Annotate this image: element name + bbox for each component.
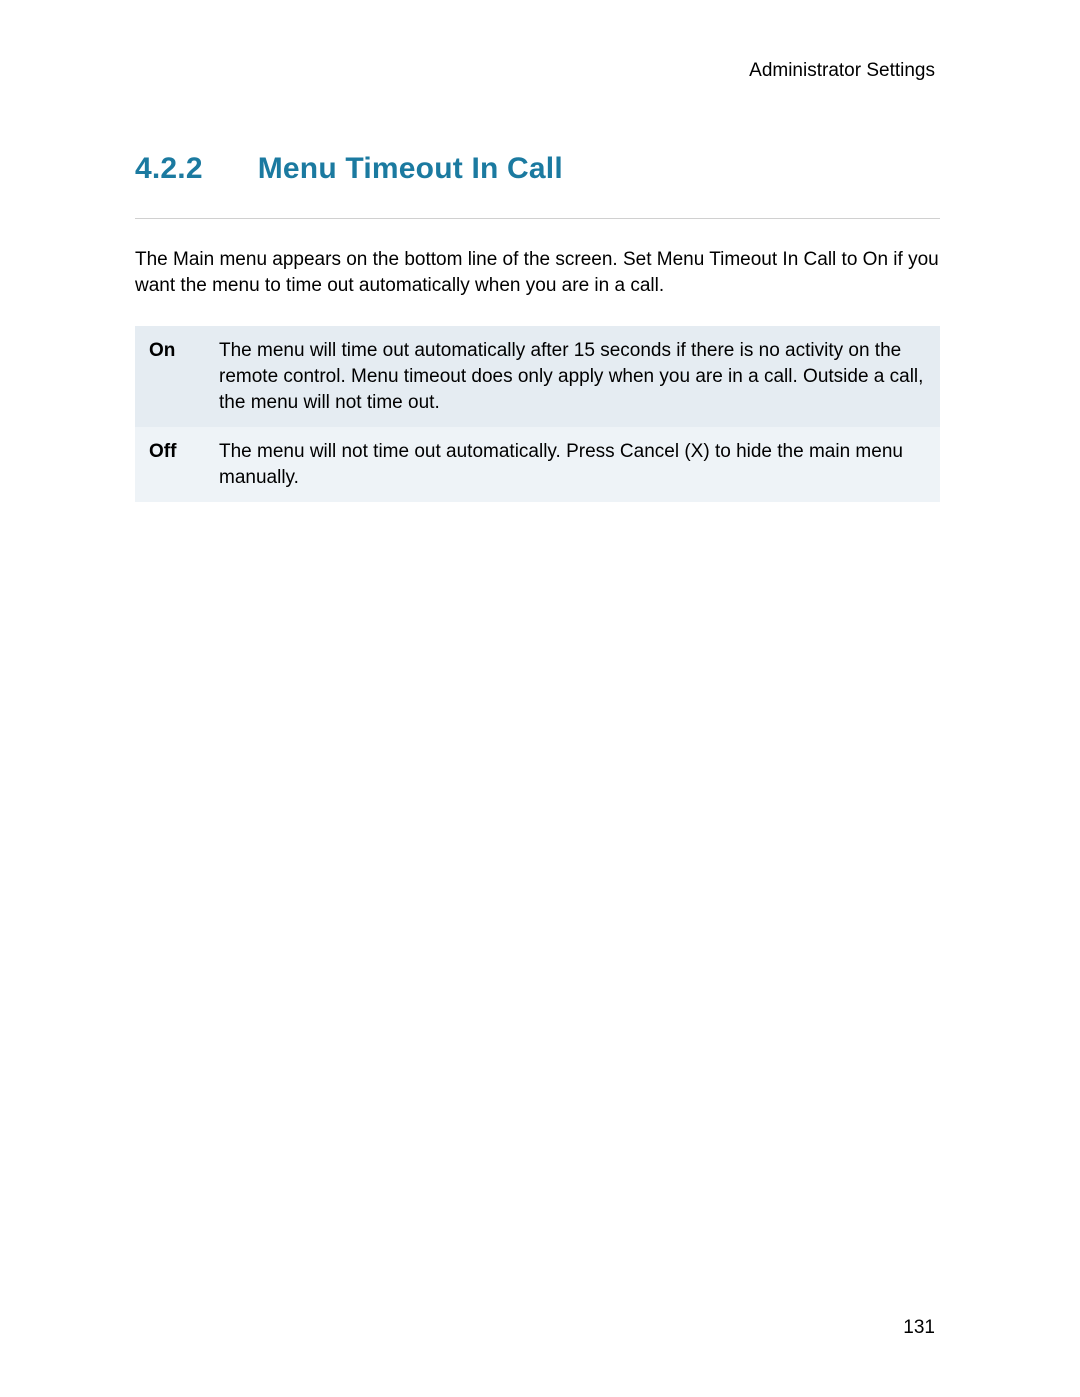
page-number: 131	[903, 1317, 935, 1339]
header-label: Administrator Settings	[135, 60, 940, 82]
option-on-label: On	[135, 326, 205, 427]
option-off-description: The menu will not time out automatically…	[205, 427, 940, 502]
table-row: Off The menu will not time out automatic…	[135, 427, 940, 502]
section-heading: 4.2.2 Menu Timeout In Call	[135, 152, 940, 186]
page-container: Administrator Settings 4.2.2 Menu Timeou…	[0, 0, 1080, 1397]
section-title: Menu Timeout In Call	[258, 152, 563, 186]
intro-paragraph: The Main menu appears on the bottom line…	[135, 247, 940, 298]
section-number: 4.2.2	[135, 152, 203, 186]
options-table: On The menu will time out automatically …	[135, 326, 940, 502]
table-row: On The menu will time out automatically …	[135, 326, 940, 427]
option-on-description: The menu will time out automatically aft…	[205, 326, 940, 427]
option-off-label: Off	[135, 427, 205, 502]
divider	[135, 218, 940, 219]
